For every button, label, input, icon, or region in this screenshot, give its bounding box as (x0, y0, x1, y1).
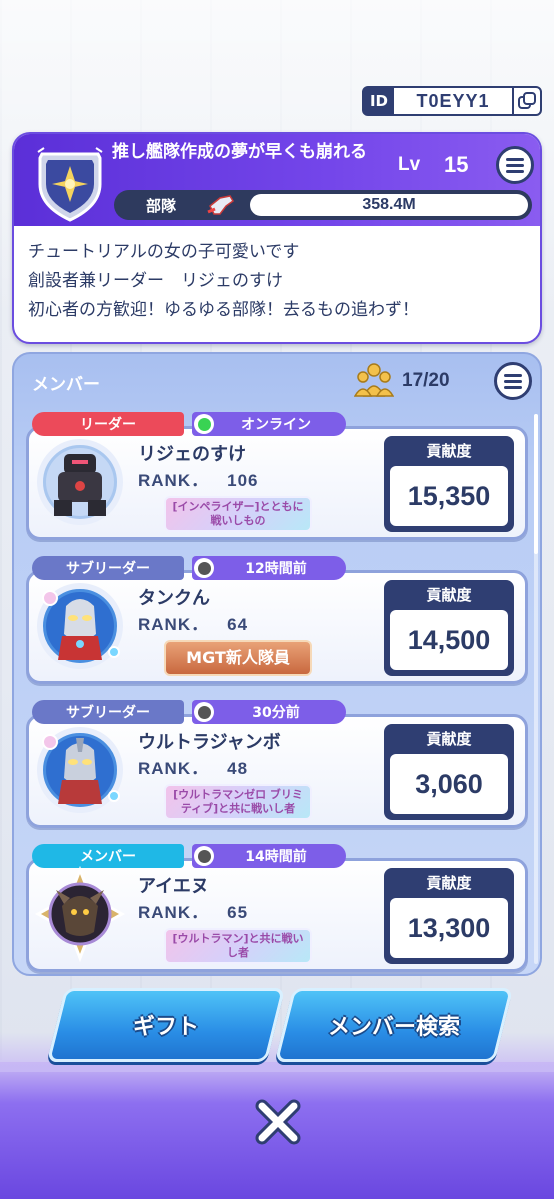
title-badge: MGT新人隊員 (164, 640, 312, 676)
ultraman-icon (32, 578, 128, 674)
status-tag: オンライン (192, 412, 346, 436)
title-badge: [ウルトラマンゼロ ブリミティブ]と共に戦いし者 (164, 784, 312, 820)
ultraman-silver-icon (32, 722, 128, 818)
scroll-thumb[interactable] (534, 414, 538, 554)
contribution-label: 貢献度 (426, 442, 472, 460)
id-label: ID (364, 88, 394, 114)
contribution-box: 貢献度 13,300 (384, 868, 514, 964)
contribution-box: 貢献度 15,350 (384, 436, 514, 532)
team-power-bar: 部隊 358.4M (114, 190, 532, 220)
members-icon (353, 362, 395, 398)
member-name: リジェのすけ (138, 444, 246, 465)
team-header: 推し艦隊作成の夢が早くも崩れる Lv 15 部隊 358.4M (14, 134, 540, 226)
member-rank: RANK． 106 (138, 466, 258, 491)
dark-robot-icon (32, 434, 128, 530)
title-badge: [ウルトラマン]と共に戦いし者 (164, 928, 312, 964)
status-tag: 14時間前 (192, 844, 346, 868)
team-id-value: T0EYY1 (416, 90, 490, 111)
description-line: チュートリアルの女の子可愛いです (28, 242, 300, 262)
member-rank: RANK． 65 (138, 898, 248, 923)
member-rank: RANK． 48 (138, 754, 248, 779)
rank-value: 48 (227, 759, 249, 778)
role-tag: メンバー (32, 844, 184, 868)
role-tag: サブリーダー (32, 700, 184, 724)
status-indicator (194, 414, 214, 434)
fist-icon (206, 192, 236, 218)
member-name: タンクん (138, 588, 210, 609)
rank-label: RANK． (138, 903, 210, 922)
description-line: 初心者の方歓迎！ゆるゆる部隊！去るもの追わず！ (28, 300, 419, 320)
member-card[interactable]: サブリーダー 30分前 ウルトラジャンボ RANK． 48 [ウルトラマンゼロ ブ… (26, 700, 528, 828)
member-name: アイエヌ (138, 876, 209, 897)
role-tag: リーダー (32, 412, 184, 436)
member-menu-button[interactable] (494, 362, 532, 400)
contribution-label: 貢献度 (426, 874, 472, 892)
contribution-value: 14,500 (390, 610, 508, 670)
rank-value: 65 (227, 903, 249, 922)
status-indicator (194, 558, 214, 578)
contribution-label: 貢献度 (426, 730, 472, 748)
contribution-box: 貢献度 14,500 (384, 580, 514, 676)
gift-button[interactable]: ギフト (46, 988, 286, 1062)
gift-button-label: ギフト (132, 1015, 199, 1040)
title-badge: [インペライザー]とともに戦いしもの (164, 496, 312, 532)
member-card[interactable]: メンバー 14時間前 アイエヌ RANK． 65 [ウルトラマン]と共に戦いし者 … (26, 844, 528, 972)
description-line: 創設者兼リーダー リジェのすけ (28, 271, 283, 291)
member-card[interactable]: リーダー オンライン リジェのすけ RANK． 106 [インペライザー]とともに… (26, 412, 528, 540)
team-level-value: 15 (444, 152, 469, 177)
kaiju-icon (32, 865, 128, 963)
close-icon[interactable] (252, 1096, 304, 1148)
member-panel-title: メンバー (32, 375, 100, 395)
member-rank: RANK． 64 (138, 610, 248, 635)
team-level-label: Lv (398, 154, 421, 175)
team-emblem-icon (30, 144, 110, 224)
power-value: 358.4M (250, 194, 528, 216)
contribution-value: 3,060 (390, 754, 508, 814)
status-indicator (194, 846, 214, 866)
status-indicator (194, 702, 214, 722)
member-name: ウルトラジャンボ (138, 732, 281, 753)
contribution-box: 貢献度 3,060 (384, 724, 514, 820)
team-id-chip: ID T0EYY1 (362, 86, 542, 116)
contribution-value: 15,350 (390, 466, 508, 526)
rank-label: RANK． (138, 471, 210, 490)
copy-icon[interactable] (512, 88, 540, 114)
member-count: 17/20 (402, 370, 450, 391)
status-tag: 30分前 (192, 700, 346, 724)
member-search-button-label: メンバー検索 (327, 1015, 460, 1040)
rank-value: 106 (227, 471, 259, 490)
rank-label: RANK． (138, 615, 210, 634)
contribution-label: 貢献度 (426, 586, 472, 604)
role-tag: サブリーダー (32, 556, 184, 580)
team-menu-button[interactable] (496, 146, 534, 184)
power-label: 部隊 (146, 197, 177, 215)
member-card[interactable]: サブリーダー 12時間前 タンクん RANK． 64 MGT新人隊員 貢献度 14… (26, 556, 528, 684)
rank-label: RANK． (138, 759, 210, 778)
team-description: チュートリアルの女の子可愛いです 創設者兼リーダー リジェのすけ 初心者の方歓迎… (28, 238, 538, 325)
rank-value: 64 (227, 615, 249, 634)
member-list-panel: メンバー 17/20 リーダー オンライン リジェのすけ RANK． 106 [… (12, 352, 542, 976)
team-name: 推し艦隊作成の夢が早くも崩れる (112, 142, 367, 162)
status-tag: 12時間前 (192, 556, 346, 580)
member-search-button[interactable]: メンバー検索 (274, 988, 514, 1062)
team-info-card: 推し艦隊作成の夢が早くも崩れる Lv 15 部隊 358.4M チュートリアルの… (12, 132, 542, 344)
member-scrollbar[interactable] (534, 414, 538, 964)
contribution-value: 13,300 (390, 898, 508, 958)
